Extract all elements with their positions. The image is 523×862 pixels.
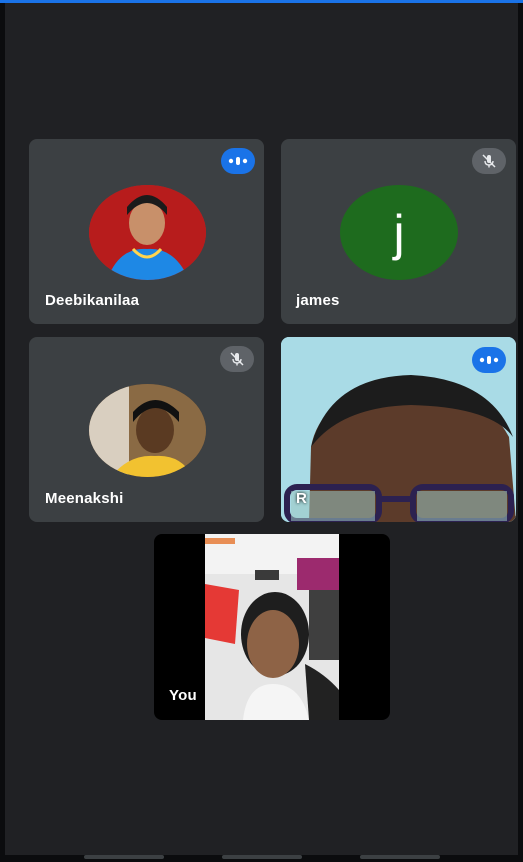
nav-gesture-bar-right: [360, 855, 440, 859]
participant-tile-meenakshi[interactable]: Meenakshi: [29, 337, 264, 522]
avatar-initial-letter: j: [393, 204, 405, 261]
participant-avatar-initial: j: [340, 185, 458, 280]
participant-name: james: [296, 292, 340, 309]
participant-tile-james[interactable]: j james: [281, 139, 516, 324]
participant-name: Deebikanilaa: [45, 292, 140, 309]
nav-gesture-bar-left: [84, 855, 164, 859]
participant-tile-deebikanilaa[interactable]: Deebikanilaa: [29, 139, 264, 324]
self-video-feed: [205, 534, 339, 720]
participant-name: R: [296, 490, 308, 507]
participant-tile-r[interactable]: R: [281, 337, 516, 522]
speaking-indicator-icon: [221, 148, 255, 174]
participant-name: Meenakshi: [45, 490, 124, 507]
mic-off-icon: [220, 346, 254, 372]
self-video-tile[interactable]: You: [154, 534, 390, 720]
nav-gesture-bar-center: [222, 855, 302, 859]
mic-off-icon: [472, 148, 506, 174]
speaking-indicator-icon: [472, 347, 506, 373]
participant-avatar-photo: [89, 384, 206, 477]
meeting-screen: Deebikanilaa j james Meenakshi R You: [5, 3, 518, 855]
self-name-label: You: [169, 687, 197, 704]
participant-avatar-photo: [89, 185, 206, 280]
